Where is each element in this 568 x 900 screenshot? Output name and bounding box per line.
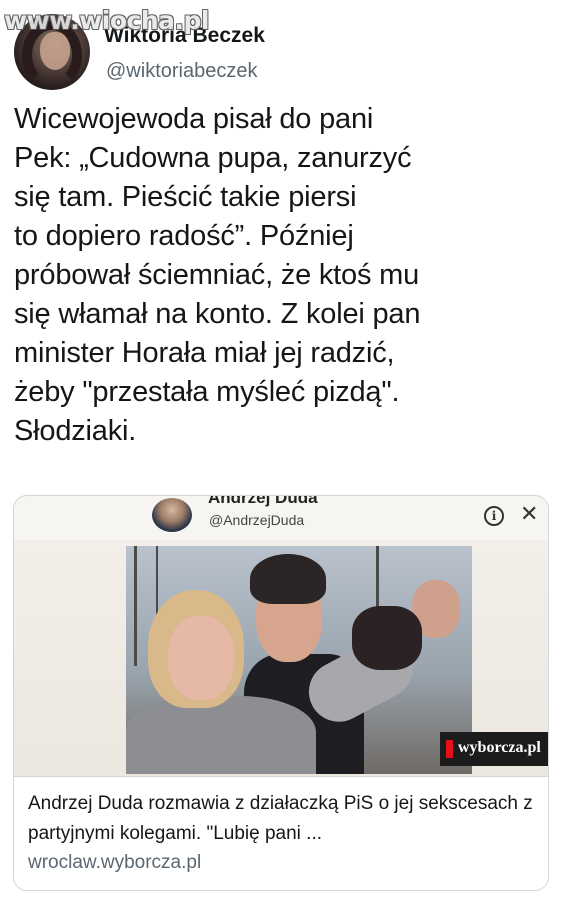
avatar-face bbox=[40, 32, 70, 70]
card-domain[interactable]: wroclaw.wyborcza.pl bbox=[28, 852, 201, 874]
info-icon: i bbox=[484, 506, 504, 526]
man-hair bbox=[250, 554, 326, 604]
site-watermark: www.wiocha.pl bbox=[4, 6, 209, 35]
card-title[interactable]: Andrzej Duda rozmawia z działaczką PiS o… bbox=[28, 789, 536, 849]
embedded-handle: @AndrzejDuda bbox=[209, 512, 305, 528]
news-photo bbox=[126, 546, 472, 774]
embedded-tweet-header: Andrzej Duda @AndrzejDuda i ✕ bbox=[14, 496, 548, 540]
tweet-text: Wicewojewoda pisał do pani Pek: „Cudowna… bbox=[14, 103, 421, 447]
card-image[interactable]: Andrzej Duda @AndrzejDuda i ✕ wyborcza.p… bbox=[14, 496, 548, 776]
embedded-display-name: Andrzej Duda bbox=[208, 495, 318, 507]
card-meta[interactable]: Andrzej Duda rozmawia z działaczką PiS o… bbox=[14, 776, 548, 890]
embedded-avatar bbox=[152, 498, 192, 532]
link-card[interactable]: Andrzej Duda @AndrzejDuda i ✕ wyborcza.p… bbox=[13, 495, 549, 891]
tweet-screenshot: www.wiocha.pl Wiktoria Beczek @wiktoriab… bbox=[0, 0, 568, 900]
brand-logo-icon bbox=[446, 740, 453, 758]
close-icon: ✕ bbox=[520, 502, 539, 527]
source-badge-text: wyborcza.pl bbox=[458, 739, 541, 756]
phone-in-hands bbox=[352, 606, 422, 670]
background-tree bbox=[134, 546, 137, 666]
source-badge: wyborcza.pl bbox=[440, 732, 548, 766]
woman-coat bbox=[126, 696, 316, 774]
user-handle[interactable]: @wiktoriabeczek bbox=[106, 60, 257, 83]
woman-face bbox=[168, 616, 234, 700]
